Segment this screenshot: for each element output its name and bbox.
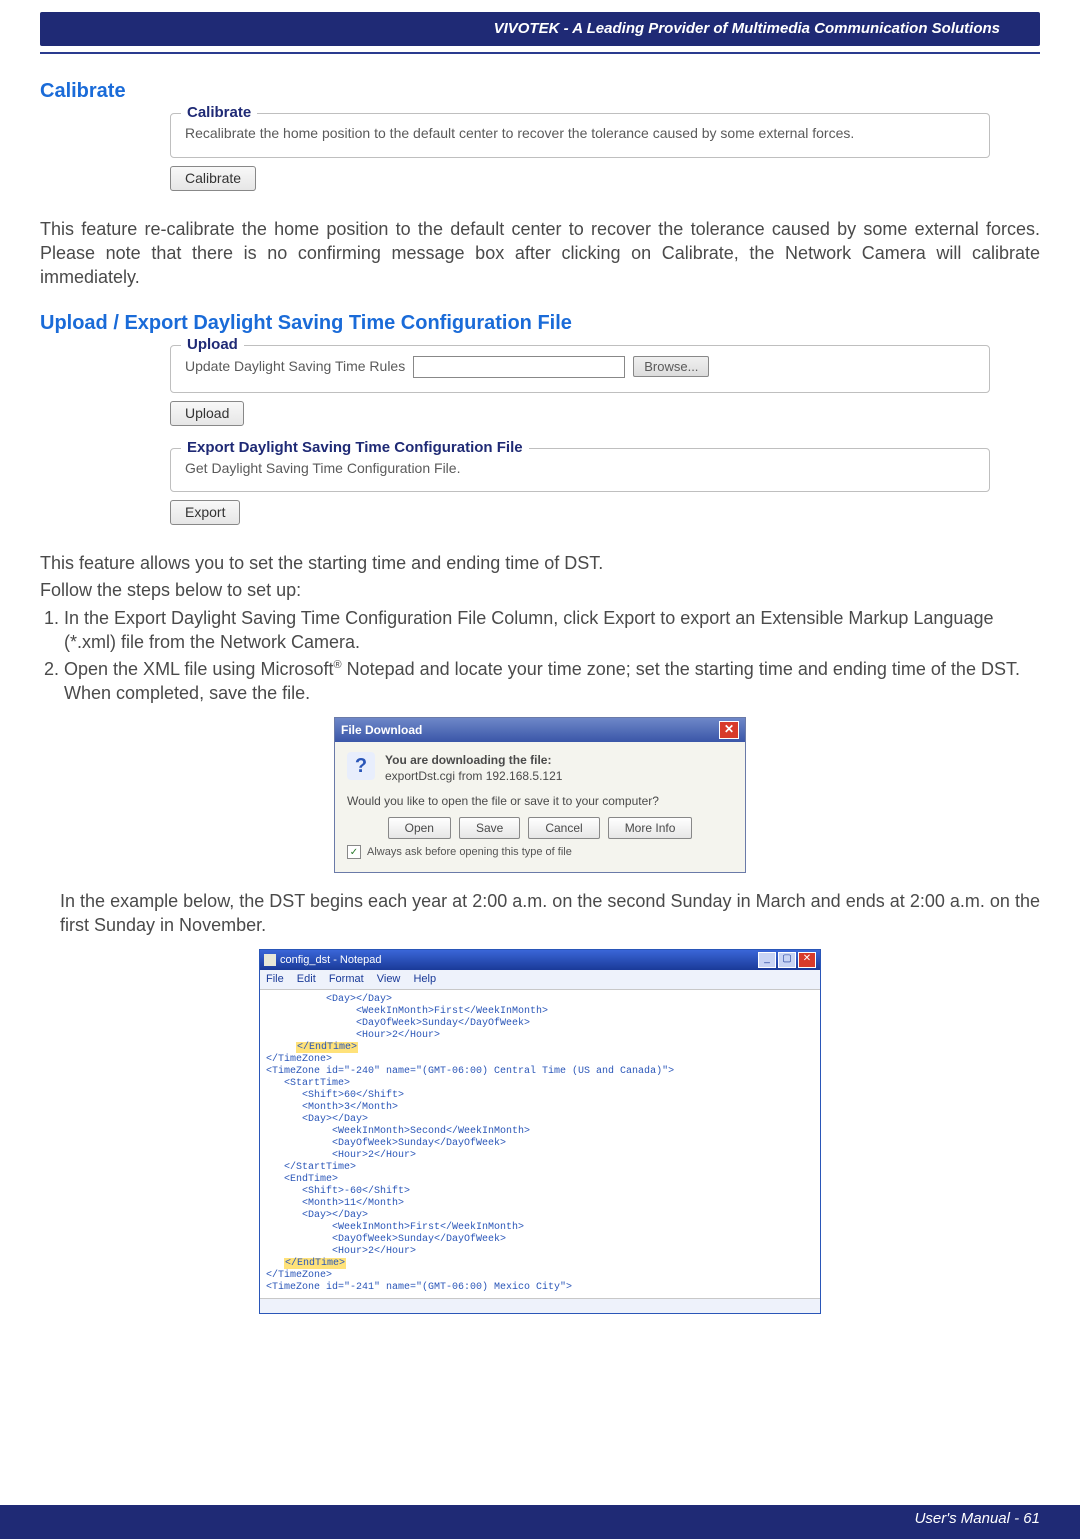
upload-button[interactable]: Upload xyxy=(170,401,244,426)
close-icon[interactable]: ✕ xyxy=(719,721,739,739)
notepad-icon xyxy=(264,954,276,966)
example-note: In the example below, the DST begins eac… xyxy=(40,889,1040,938)
code-post: </TimeZone> <TimeZone id="-241" name="(G… xyxy=(266,1270,572,1293)
menu-help[interactable]: Help xyxy=(413,973,436,985)
dst-step-1: In the Export Daylight Saving Time Confi… xyxy=(64,606,1040,655)
highlight-1: </EndTime> xyxy=(296,1042,358,1053)
notepad-text-area[interactable]: <Day></Day> <WeekInMonth>First</WeekInMo… xyxy=(260,990,820,1298)
file-download-dialog: File Download ✕ ? You are downloading th… xyxy=(334,717,746,873)
upload-path-input[interactable] xyxy=(413,356,625,378)
upload-legend: Upload xyxy=(181,335,244,355)
upload-fieldset: Upload Update Daylight Saving Time Rules… xyxy=(170,345,990,393)
menu-edit[interactable]: Edit xyxy=(297,973,316,985)
dst-intro-2: Follow the steps below to set up: xyxy=(40,578,1040,602)
maximize-icon[interactable]: ▢ xyxy=(778,952,796,968)
dst-step-2a: Open the XML file using Microsoft xyxy=(64,659,333,679)
always-ask-checkbox[interactable]: ✓ xyxy=(347,845,361,859)
export-text: Get Daylight Saving Time Configuration F… xyxy=(185,459,975,478)
menu-format[interactable]: Format xyxy=(329,973,364,985)
save-button[interactable]: Save xyxy=(459,817,520,839)
dialog-line-1: You are downloading the file: xyxy=(385,752,562,768)
header-rule xyxy=(40,52,1040,54)
code-mid: </TimeZone> <TimeZone id="-240" name="(G… xyxy=(266,1054,674,1269)
calibrate-button[interactable]: Calibrate xyxy=(170,166,256,191)
export-fieldset: Export Daylight Saving Time Configuratio… xyxy=(170,448,990,493)
page-root: VIVOTEK - A Leading Provider of Multimed… xyxy=(0,12,1080,1539)
header-title: VIVOTEK - A Leading Provider of Multimed… xyxy=(494,19,1000,39)
dst-step-2: Open the XML file using Microsoft® Notep… xyxy=(64,657,1040,706)
notepad-title: config_dst - Notepad xyxy=(280,953,382,968)
browse-button[interactable]: Browse... xyxy=(633,356,709,378)
notepad-menubar: File Edit Format View Help xyxy=(260,970,820,990)
dialog-title: File Download xyxy=(341,722,422,738)
calibrate-heading: Calibrate xyxy=(40,78,1040,105)
menu-view[interactable]: View xyxy=(377,973,401,985)
dst-intro-1: This feature allows you to set the start… xyxy=(40,551,1040,575)
notepad-window: config_dst - Notepad _ ▢ ✕ File Edit For… xyxy=(259,949,821,1314)
minimize-icon[interactable]: _ xyxy=(758,952,776,968)
dialog-content: ? You are downloading the file: exportDs… xyxy=(335,742,745,872)
registered-mark: ® xyxy=(333,659,341,671)
window-buttons: _ ▢ ✕ xyxy=(758,952,816,968)
notepad-titlebar: config_dst - Notepad _ ▢ ✕ xyxy=(260,950,820,970)
more-info-button[interactable]: More Info xyxy=(608,817,693,839)
updst-heading: Upload / Export Daylight Saving Time Con… xyxy=(40,310,1040,337)
dialog-line-2: exportDst.cgi from 192.168.5.121 xyxy=(385,768,562,784)
upload-row: Update Daylight Saving Time Rules Browse… xyxy=(185,356,975,378)
dst-steps: In the Export Daylight Saving Time Confi… xyxy=(40,606,1040,705)
calibrate-legend: Calibrate xyxy=(181,103,257,123)
open-button[interactable]: Open xyxy=(388,817,451,839)
menu-file[interactable]: File xyxy=(266,973,284,985)
question-icon: ? xyxy=(347,752,375,780)
calibrate-fieldset: Calibrate Recalibrate the home position … xyxy=(170,113,990,158)
close-icon[interactable]: ✕ xyxy=(798,952,816,968)
dialog-titlebar: File Download ✕ xyxy=(335,718,745,742)
export-legend: Export Daylight Saving Time Configuratio… xyxy=(181,438,529,458)
always-ask-row: ✓ Always ask before opening this type of… xyxy=(347,845,733,860)
cancel-button[interactable]: Cancel xyxy=(528,817,599,839)
notepad-scrollbar[interactable] xyxy=(260,1298,820,1313)
dialog-buttons: Open Save Cancel More Info xyxy=(347,817,733,839)
always-ask-label: Always ask before opening this type of f… xyxy=(367,845,572,860)
calibrate-paragraph: This feature re-calibrate the home posit… xyxy=(40,217,1040,290)
footer-text: User's Manual - 61 xyxy=(915,1509,1040,1529)
upload-label: Update Daylight Saving Time Rules xyxy=(185,357,405,376)
dialog-line-3: Would you like to open the file or save … xyxy=(347,793,733,809)
calibrate-text: Recalibrate the home position to the def… xyxy=(185,124,975,143)
header-bar: VIVOTEK - A Leading Provider of Multimed… xyxy=(40,12,1040,46)
highlight-2: </EndTime> xyxy=(284,1258,346,1269)
export-button[interactable]: Export xyxy=(170,500,240,525)
